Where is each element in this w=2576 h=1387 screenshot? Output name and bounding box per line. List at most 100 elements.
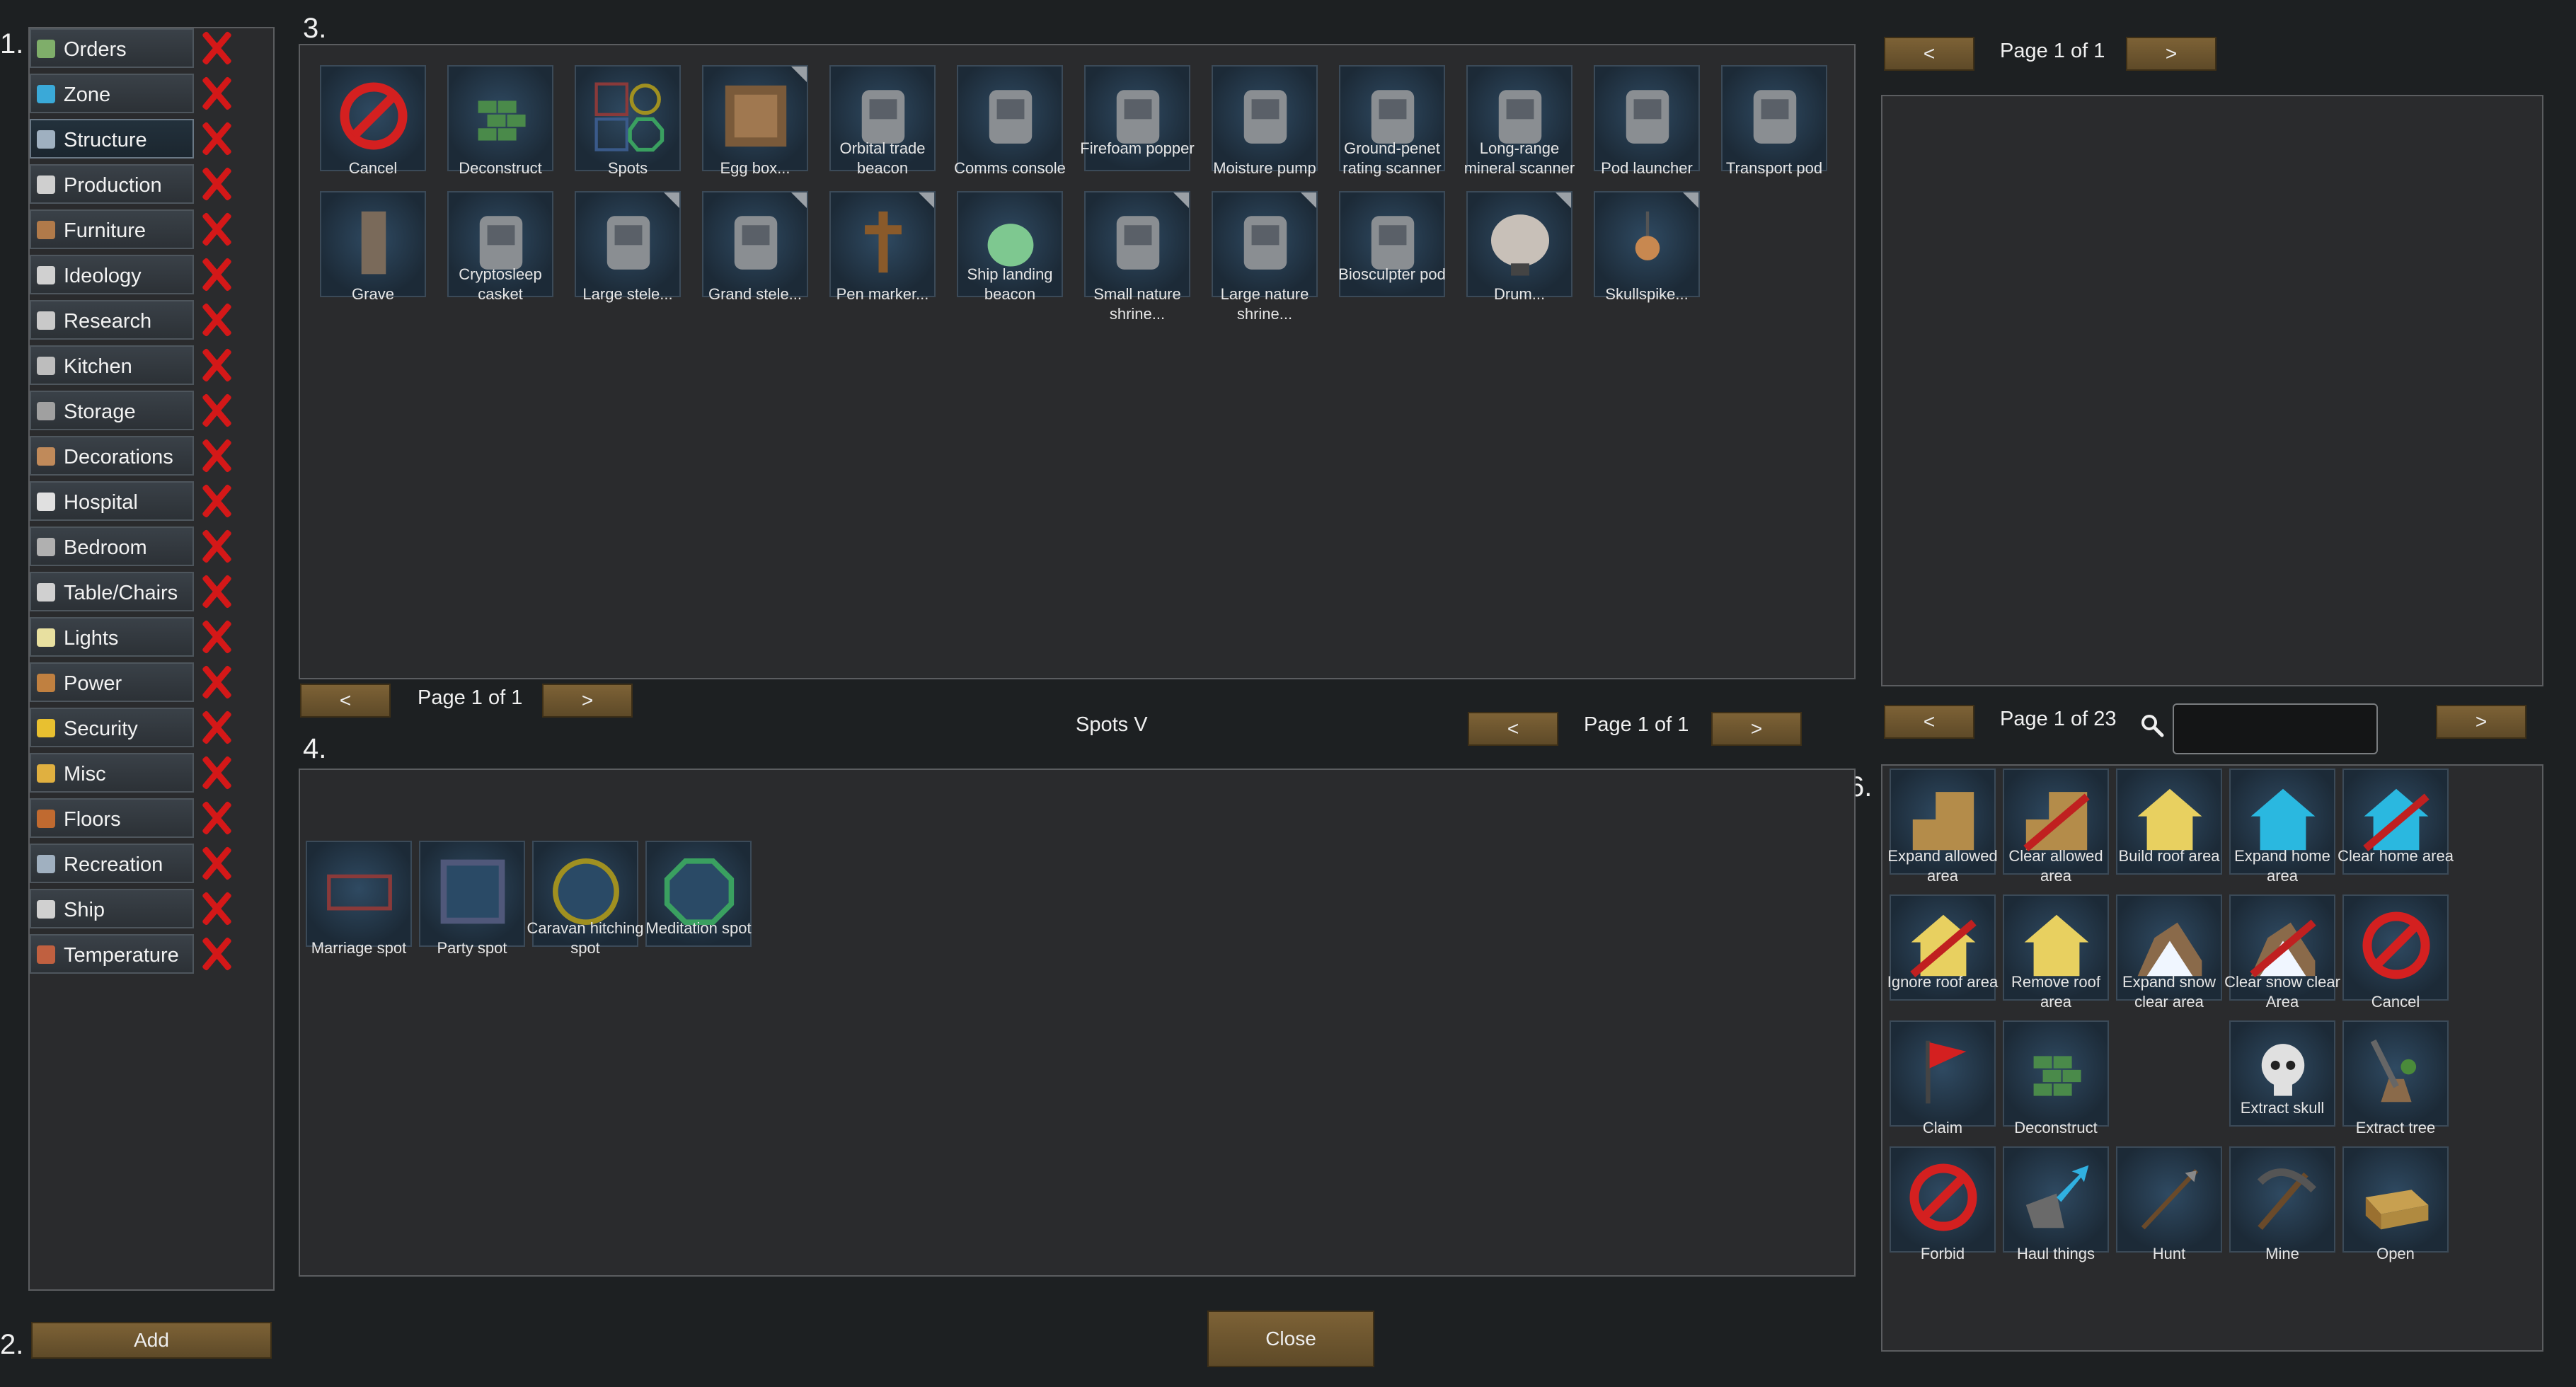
right-page-label: Page 1 of 23 — [2000, 708, 2117, 730]
available-designator-tile[interactable] — [2342, 894, 2449, 1001]
category-item-ship[interactable]: Ship — [30, 889, 194, 928]
small-nature-shrine-icon — [1116, 216, 1160, 270]
right-top-next-page-button[interactable]: > — [2126, 37, 2216, 71]
designator-label: Cryptosleep casket — [459, 265, 542, 303]
spot-tile[interactable] — [419, 841, 525, 947]
sub-prev-page-button[interactable]: < — [1468, 712, 1558, 746]
spot-tile[interactable] — [306, 841, 412, 947]
remove-category-icon[interactable] — [197, 28, 236, 68]
right-top-page-label: Page 1 of 1 — [2000, 40, 2105, 62]
category-item-research[interactable]: Research — [30, 300, 194, 340]
remove-category-icon[interactable] — [197, 74, 236, 113]
category-item-recreation[interactable]: Recreation — [30, 844, 194, 883]
remove-category-icon[interactable] — [197, 753, 236, 793]
designator-tile[interactable] — [1466, 191, 1572, 297]
category-item-storage[interactable]: Storage — [30, 391, 194, 430]
designator-label: Cancel — [348, 159, 398, 177]
designator-tile[interactable] — [447, 65, 553, 171]
designator-tile[interactable] — [575, 191, 681, 297]
available-designator-tile[interactable] — [1890, 1146, 1996, 1253]
sub-next-page-button[interactable]: > — [1711, 712, 1802, 746]
designator-tile[interactable] — [575, 65, 681, 171]
remove-category-icon[interactable] — [197, 708, 236, 747]
search-input[interactable] — [2173, 703, 2378, 754]
available-designator-tile[interactable] — [2342, 1020, 2449, 1127]
remove-category-icon[interactable] — [197, 164, 236, 204]
category-item-structure[interactable]: Structure — [30, 119, 194, 159]
production-icon — [37, 175, 55, 194]
right-top-prev-page-button[interactable]: < — [1884, 37, 1974, 71]
designator-tile[interactable] — [1594, 191, 1700, 297]
remove-category-icon[interactable] — [197, 798, 236, 838]
category-item-ideology[interactable]: Ideology — [30, 255, 194, 294]
designator-tile[interactable] — [702, 191, 808, 297]
category-item-hospital[interactable]: Hospital — [30, 481, 194, 521]
category-label: Misc — [64, 763, 106, 785]
misc-icon — [37, 764, 55, 783]
available-designator-tile[interactable] — [2003, 1020, 2109, 1127]
remove-category-icon[interactable] — [197, 436, 236, 476]
category-label: Hospital — [64, 491, 138, 514]
remove-category-icon[interactable] — [197, 934, 236, 974]
designator-tile[interactable] — [320, 191, 426, 297]
designator-tile[interactable] — [957, 65, 1063, 171]
remove-category-icon[interactable] — [197, 572, 236, 611]
available-designator-tile[interactable] — [2116, 1146, 2222, 1253]
remove-category-icon[interactable] — [197, 300, 236, 340]
category-item-temperature[interactable]: Temperature — [30, 934, 194, 974]
category-item-bedroom[interactable]: Bedroom — [30, 526, 194, 566]
category-item-table-chairs[interactable]: Table/Chairs — [30, 572, 194, 611]
ideology-icon — [37, 266, 55, 284]
designator-tile[interactable] — [1721, 65, 1827, 171]
close-button[interactable]: Close — [1207, 1311, 1374, 1367]
category-item-kitchen[interactable]: Kitchen — [30, 345, 194, 385]
available-designator-label: Clear snow clear Area — [2224, 973, 2340, 1011]
category-item-power[interactable]: Power — [30, 662, 194, 702]
grave-icon — [361, 211, 386, 275]
designator-tile[interactable] — [320, 65, 426, 171]
right-next-page-button[interactable]: > — [2436, 705, 2526, 739]
category-item-lights[interactable]: Lights — [30, 617, 194, 657]
grid-prev-page-button[interactable]: < — [300, 684, 391, 718]
add-category-button[interactable]: Add — [31, 1322, 272, 1359]
category-item-zone[interactable]: Zone — [30, 74, 194, 113]
category-item-orders[interactable]: Orders — [30, 28, 194, 68]
available-designator-label: Clear allowed area — [2008, 847, 2103, 885]
remove-category-icon[interactable] — [197, 119, 236, 159]
remove-category-icon[interactable] — [197, 662, 236, 702]
remove-category-icon[interactable] — [197, 844, 236, 883]
available-designator-label: Cancel — [2371, 993, 2420, 1011]
remove-category-icon[interactable] — [197, 255, 236, 294]
available-designator-tile[interactable] — [2003, 1146, 2109, 1253]
designator-tile[interactable] — [1084, 191, 1190, 297]
designator-tile[interactable] — [1212, 191, 1318, 297]
available-designator-tile[interactable] — [1890, 1020, 1996, 1127]
category-item-production[interactable]: Production — [30, 164, 194, 204]
designator-tile[interactable] — [829, 191, 936, 297]
remove-category-icon[interactable] — [197, 889, 236, 928]
remove-category-icon[interactable] — [197, 391, 236, 430]
storage-icon — [37, 402, 55, 420]
category-item-floors[interactable]: Floors — [30, 798, 194, 838]
right-prev-page-button[interactable]: < — [1884, 705, 1974, 739]
remove-category-icon[interactable] — [197, 526, 236, 566]
designator-tile[interactable] — [702, 65, 808, 171]
grid-next-page-button[interactable]: > — [542, 684, 633, 718]
search-icon — [2141, 715, 2164, 737]
deconstruct-icon — [2033, 1056, 2081, 1096]
available-designator-tile[interactable] — [2229, 1146, 2335, 1253]
remove-category-icon[interactable] — [197, 617, 236, 657]
remove-category-icon[interactable] — [197, 209, 236, 249]
available-designator-label: Open — [2376, 1245, 2415, 1262]
cancel-icon — [2362, 911, 2430, 979]
designator-tile[interactable] — [1212, 65, 1318, 171]
available-designator-tile[interactable] — [2342, 1146, 2449, 1253]
category-item-furniture[interactable]: Furniture — [30, 209, 194, 249]
category-item-misc[interactable]: Misc — [30, 753, 194, 793]
designator-tile[interactable] — [1594, 65, 1700, 171]
remove-category-icon[interactable] — [197, 345, 236, 385]
remove-category-icon[interactable] — [197, 481, 236, 521]
designator-label: Firefoam popper — [1080, 139, 1195, 157]
category-item-decorations[interactable]: Decorations — [30, 436, 194, 476]
category-item-security[interactable]: Security — [30, 708, 194, 747]
